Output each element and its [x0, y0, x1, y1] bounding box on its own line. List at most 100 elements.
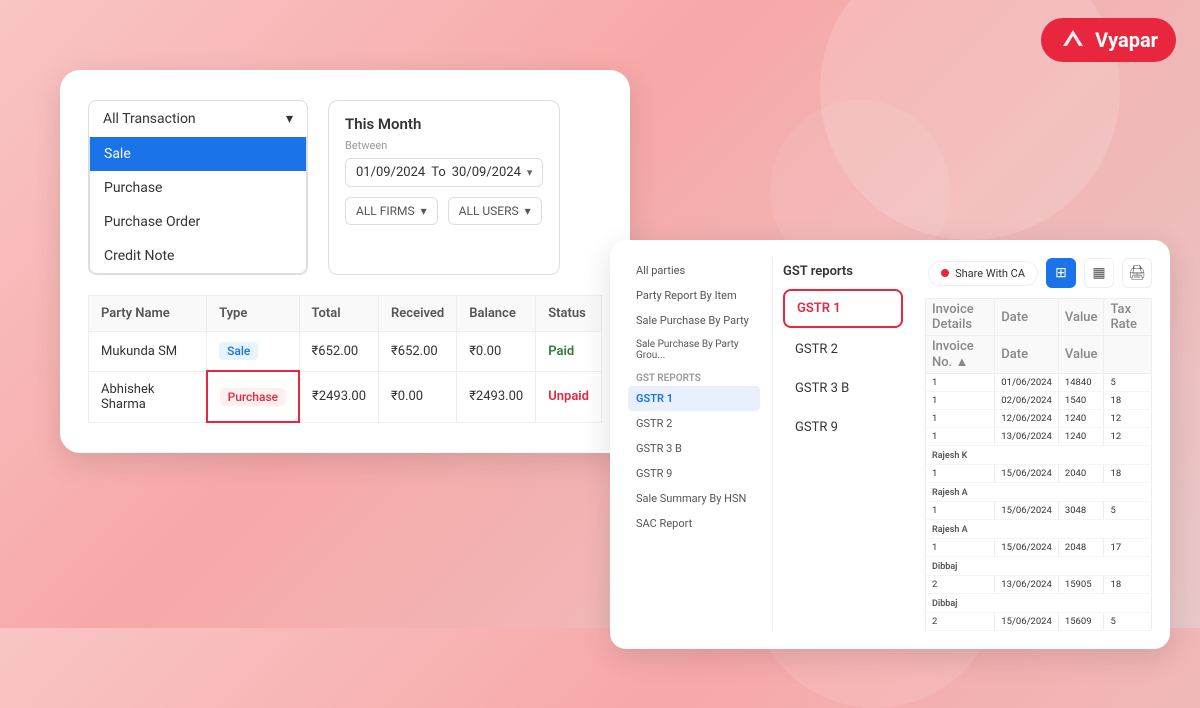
invoice-no-cell: 1 [926, 392, 995, 410]
sidebar-item-gstr1[interactable]: GSTR 1 [628, 386, 760, 411]
party-name-cell: Abhishek Sharma [89, 371, 207, 422]
sidebar-item-gstr3b[interactable]: GSTR 3 B [628, 436, 760, 461]
sidebar-item-gstr2[interactable]: GSTR 2 [628, 411, 760, 436]
value-cell: 2048 [1058, 539, 1104, 557]
gst-option-gstr2[interactable]: GSTR 2 [783, 332, 903, 367]
date-cell: 15/06/2024 [995, 539, 1059, 557]
col-date-sub: Date [995, 336, 1059, 374]
section-header-rajesh-a2: Rajesh A [926, 520, 1152, 539]
transaction-dropdown-container: All Transaction ▾ Sale Purchase Purchase… [88, 100, 308, 275]
gst-report-table: Invoice Details Date Value Tax Rate Invo… [925, 298, 1152, 631]
gst-option-gstr1[interactable]: GSTR 1 [783, 289, 903, 328]
section-header-rajesh-k: Rajesh K [926, 446, 1152, 465]
invoice-no-cell: 1 [926, 539, 995, 557]
users-dropdown[interactable]: ALL USERS ▾ [448, 197, 542, 225]
to-date: 30/09/2024 [452, 165, 521, 180]
section-label: Rajesh K [926, 446, 1152, 465]
sidebar-item-sac-report[interactable]: SAC Report [628, 511, 760, 536]
rate-cell: 12 [1104, 428, 1152, 446]
balance-cell: ₹0.00 [457, 332, 536, 372]
invoice-no-cell: 1 [926, 410, 995, 428]
table-row: 2 13/06/2024 15905 18 [926, 576, 1152, 594]
sidebar-item-party-report-by-item[interactable]: Party Report By Item [628, 283, 760, 308]
date-cell: 15/06/2024 [995, 502, 1059, 520]
chevron-down-icon: ▾ [286, 111, 293, 127]
right-card-sidebar: All parties Party Report By Item Sale Pu… [628, 258, 773, 631]
rate-cell: 18 [1104, 576, 1152, 594]
table-view-button[interactable]: ⊞ [1046, 258, 1076, 288]
right-card-main: Share With CA ⊞ ▦ 🖨 Invoice Details Date… [913, 258, 1152, 631]
date-title: This Month [345, 115, 543, 133]
section-label: Dibbaj [926, 557, 1152, 576]
received-cell: ₹0.00 [379, 371, 457, 422]
status-badge-paid: Paid [548, 344, 574, 359]
invoice-no-cell: 1 [926, 465, 995, 483]
table-header-row: Party Name Type Total Received Balance S… [89, 296, 602, 332]
col-tax-rate-sub [1104, 336, 1152, 374]
value-cell: 3048 [1058, 502, 1104, 520]
date-cell: 01/06/2024 [995, 374, 1059, 392]
users-label: ALL USERS [459, 204, 519, 218]
chart-view-button[interactable]: ▦ [1084, 258, 1114, 288]
transaction-table-section: Party Name Type Total Received Balance S… [88, 295, 602, 423]
date-cell: 12/06/2024 [995, 410, 1059, 428]
dropdown-option-sale[interactable]: Sale [90, 137, 306, 171]
gst-option-gstr9[interactable]: GSTR 9 [783, 410, 903, 445]
received-cell: ₹652.00 [379, 332, 457, 372]
col-invoice-no-sub: Invoice No. ▲ [926, 336, 995, 374]
table-row: 1 01/06/2024 14840 5 [926, 374, 1152, 392]
invoice-no-cell: 1 [926, 502, 995, 520]
table-icon: ⊞ [1055, 265, 1067, 281]
share-btn-label: Share With CA [955, 267, 1025, 280]
value-cell: 1240 [1058, 410, 1104, 428]
sidebar-item-sale-purchase-by-party[interactable]: Sale Purchase By Party [628, 308, 760, 333]
dropdown-option-purchase[interactable]: Purchase [90, 171, 306, 205]
date-range-row[interactable]: 01/09/2024 To 30/09/2024 ▾ [345, 158, 543, 187]
vyapar-logo: Vyapar [1041, 18, 1176, 62]
total-cell: ₹652.00 [299, 332, 379, 372]
sidebar-item-gstr9[interactable]: GSTR 9 [628, 461, 760, 486]
total-cell: ₹2493.00 [299, 371, 379, 422]
gst-panel-title: GST reports [783, 258, 903, 289]
print-button[interactable]: 🖨 [1122, 258, 1152, 288]
col-date: Date [995, 299, 1059, 336]
col-value-sub: Value [1058, 336, 1104, 374]
table-row: Abhishek Sharma Purchase ₹2493.00 ₹0.00 … [89, 371, 602, 422]
party-name-cell: Mukunda SM [89, 332, 207, 372]
gst-dropdown-panel: GST reports GSTR 1 GSTR 2 GSTR 3 B GSTR … [773, 258, 913, 631]
sidebar-item-sale-summary-hsn[interactable]: Sale Summary By HSN [628, 486, 760, 511]
invoice-no-cell: 2 [926, 576, 995, 594]
sidebar-item-sale-purchase-by-party-group[interactable]: Sale Purchase By Party Grou... [628, 333, 760, 367]
rate-cell: 5 [1104, 374, 1152, 392]
section-label: Rajesh A [926, 520, 1152, 539]
type-badge-purchase: Purchase [220, 388, 286, 406]
table-row: 1 15/06/2024 2040 18 [926, 465, 1152, 483]
rate-cell: 12 [1104, 410, 1152, 428]
gst-table-header-row: Invoice Details Date Value Tax Rate [926, 299, 1152, 336]
filter-dropdowns: ALL FIRMS ▾ ALL USERS ▾ [345, 197, 543, 225]
transaction-dropdown-list: Sale Purchase Purchase Order Credit Note [89, 137, 307, 274]
table-row: 1 15/06/2024 2048 17 [926, 539, 1152, 557]
table-row: 1 15/06/2024 3048 5 [926, 502, 1152, 520]
sidebar-item-all-parties[interactable]: All parties [628, 258, 760, 283]
filter-row: All Transaction ▾ Sale Purchase Purchase… [88, 100, 602, 275]
status-cell: Paid [536, 332, 602, 372]
transaction-dropdown-header[interactable]: All Transaction ▾ [89, 101, 307, 137]
gst-option-gstr3b[interactable]: GSTR 3 B [783, 371, 903, 406]
rate-cell: 18 [1104, 465, 1152, 483]
section-header-dibbaj2: Dibbaj [926, 594, 1152, 613]
transaction-dropdown[interactable]: All Transaction ▾ Sale Purchase Purchase… [88, 100, 308, 275]
share-with-ca-button[interactable]: Share With CA [928, 261, 1038, 286]
date-cell: 15/06/2024 [995, 465, 1059, 483]
firms-dropdown[interactable]: ALL FIRMS ▾ [345, 197, 438, 225]
section-header-dibbaj: Dibbaj [926, 557, 1152, 576]
dropdown-option-credit-note[interactable]: Credit Note [90, 239, 306, 273]
dropdown-option-purchase-order[interactable]: Purchase Order [90, 205, 306, 239]
status-badge-unpaid: Unpaid [548, 389, 589, 404]
status-cell: Unpaid [536, 371, 602, 422]
from-date: 01/09/2024 [356, 165, 425, 180]
value-cell: 14840 [1058, 374, 1104, 392]
table-row: 1 13/06/2024 1240 12 [926, 428, 1152, 446]
date-section: This Month Between 01/09/2024 To 30/09/2… [328, 100, 560, 275]
section-label: Dibbaj [926, 594, 1152, 613]
